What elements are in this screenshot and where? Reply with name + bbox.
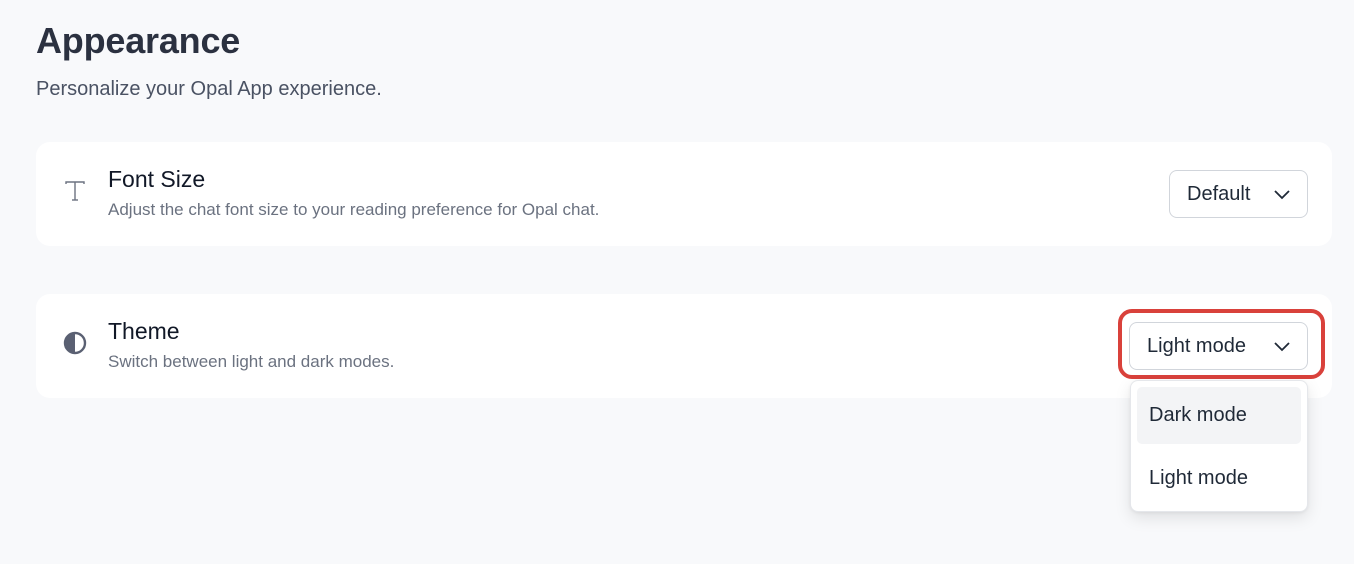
theme-dropdown-menu: Dark mode Light mode	[1130, 380, 1308, 512]
page-title: Appearance	[36, 20, 241, 61]
page-subtitle: Personalize your Opal App experience.	[36, 78, 382, 100]
chevron-down-icon	[1274, 190, 1290, 200]
theme-option-dark-mode[interactable]: Dark mode	[1137, 387, 1301, 444]
theme-label: Theme	[108, 318, 180, 344]
font-size-label: Font Size	[108, 166, 206, 192]
theme-description: Switch between light and dark modes.	[108, 352, 395, 371]
theme-selected-value: Light mode	[1147, 334, 1246, 357]
chevron-down-icon	[1274, 342, 1290, 352]
half-circle-contrast-icon	[62, 330, 88, 356]
font-size-description: Adjust the chat font size to your readin…	[108, 200, 600, 219]
font-size-selected-value: Default	[1187, 182, 1251, 205]
text-icon	[62, 178, 88, 204]
appearance-settings-page: Appearance Personalize your Opal App exp…	[0, 0, 1354, 564]
theme-select[interactable]: Light mode	[1129, 322, 1308, 370]
font-size-select[interactable]: Default	[1169, 170, 1308, 218]
font-size-setting-card: Font Size Adjust the chat font size to y…	[36, 142, 1332, 246]
theme-option-light-mode[interactable]: Light mode	[1137, 450, 1301, 507]
